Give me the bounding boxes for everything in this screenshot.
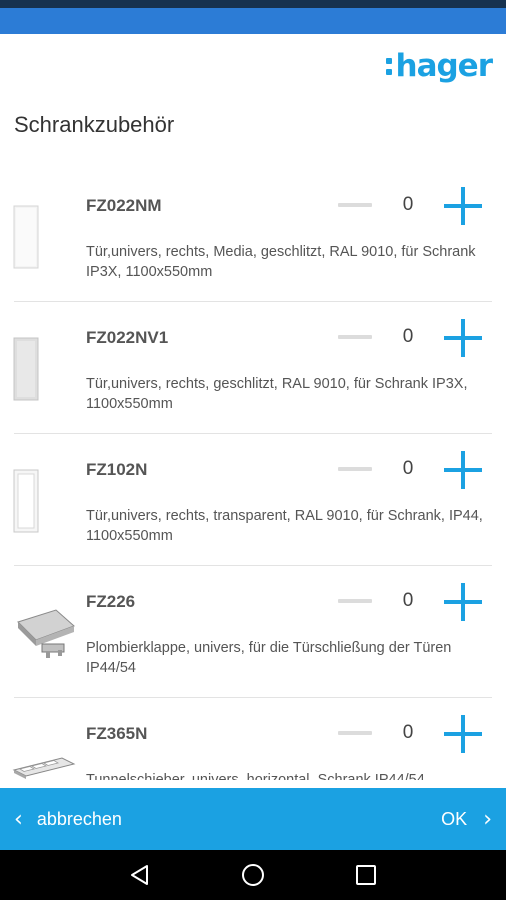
decrease-button[interactable] xyxy=(338,731,372,735)
cancel-label: abbrechen xyxy=(36,808,122,829)
product-code: FZ022NV1 xyxy=(86,328,169,347)
list-item: FZ226 0 Plombierklappe, univers, für die… xyxy=(0,566,506,698)
list-item: FZ365N 0 Tunnelschieber, univers, horizo… xyxy=(0,698,506,780)
grey-cabinet-door-icon xyxy=(12,336,76,402)
cancel-button[interactable]: ‹ abbrechen xyxy=(14,788,122,850)
product-description: Tür,univers, rechts, transparent, RAL 90… xyxy=(86,508,483,544)
product-code: FZ102N xyxy=(86,460,148,479)
quantity-value: 0 xyxy=(402,194,414,215)
home-icon[interactable] xyxy=(241,863,265,887)
product-code: FZ022NM xyxy=(86,196,162,215)
product-code: FZ226 xyxy=(86,592,136,611)
android-nav-bar xyxy=(0,850,506,900)
white-cabinet-door-icon xyxy=(12,204,76,270)
ok-button[interactable]: OK › xyxy=(441,788,492,850)
logo-text: hager xyxy=(395,48,493,84)
list-item: FZ102N 0 Tür,univers, rechts, transparen… xyxy=(0,434,506,566)
quantity-value: 0 xyxy=(402,590,414,611)
action-bar: ‹ abbrechen OK › xyxy=(0,788,506,850)
increase-button[interactable] xyxy=(444,715,482,753)
product-description: Tür,univers, rechts, geschlitzt, RAL 901… xyxy=(86,376,468,412)
decrease-button[interactable] xyxy=(338,203,372,207)
chevron-right-icon: › xyxy=(483,806,492,832)
increase-button[interactable] xyxy=(444,583,482,621)
quantity-value: 0 xyxy=(402,722,414,743)
product-list[interactable]: FZ022NM 0 Tür,univers, rechts, Media, ge… xyxy=(0,170,506,780)
transparent-door-icon xyxy=(12,468,76,534)
status-bar xyxy=(0,0,506,8)
increase-button[interactable] xyxy=(444,187,482,225)
increase-button[interactable] xyxy=(444,451,482,489)
decrease-button[interactable] xyxy=(338,335,372,339)
decrease-button[interactable] xyxy=(338,599,372,603)
recents-icon[interactable] xyxy=(354,863,378,887)
ok-label: OK xyxy=(441,808,468,829)
page-title: Schrankzubehör xyxy=(14,112,175,137)
quantity-value: 0 xyxy=(402,326,414,347)
product-description: Tunnelschieber, univers, horizontal, Sch… xyxy=(86,772,425,780)
list-item: FZ022NM 0 Tür,univers, rechts, Media, ge… xyxy=(0,170,506,302)
product-code: FZ365N xyxy=(86,724,148,743)
product-description: Tür,univers, rechts, Media, geschlitzt, … xyxy=(86,244,476,280)
list-item: FZ022NV1 0 Tür,univers, rechts, geschlit… xyxy=(0,302,506,434)
product-description: Plombierklappe, univers, für die Türschl… xyxy=(86,640,452,676)
sealing-flap-icon xyxy=(12,600,76,666)
chevron-left-icon: ‹ xyxy=(14,806,23,832)
decrease-button[interactable] xyxy=(338,467,372,471)
app-bar xyxy=(0,8,506,34)
tunnel-slider-icon xyxy=(12,732,76,780)
quantity-value: 0 xyxy=(402,458,414,479)
logo-dots-icon xyxy=(385,57,392,75)
increase-button[interactable] xyxy=(444,319,482,357)
hager-logo: hager xyxy=(385,48,493,84)
back-icon[interactable] xyxy=(128,863,152,887)
